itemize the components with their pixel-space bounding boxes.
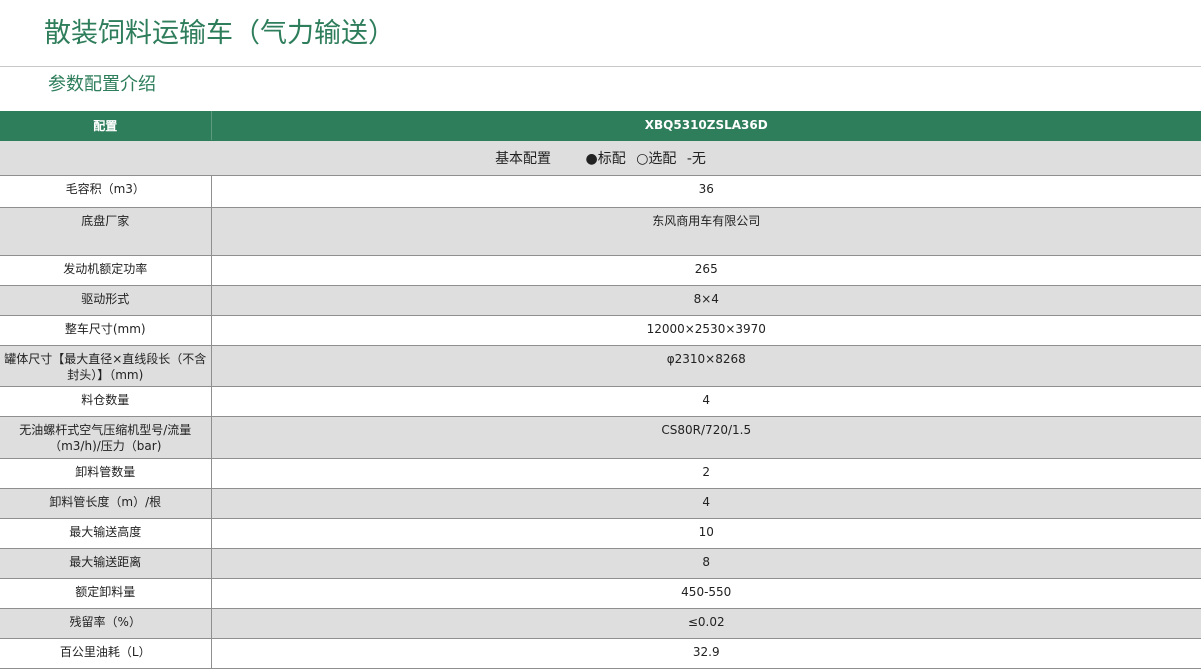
legend-row: 基本配置 ●标配 ○选配 -无 bbox=[0, 140, 1201, 176]
legend-standard: ●标配 bbox=[585, 150, 626, 167]
row-value: 10 bbox=[211, 518, 1201, 549]
page-title: 散装饲料运输车（气力输送） bbox=[44, 18, 395, 49]
table-row: 最大输送高度 10 bbox=[0, 518, 1201, 549]
row-label: 罐体尺寸【最大直径×直线段长（不含封头）】（mm) bbox=[0, 345, 212, 387]
row-value: 2 bbox=[211, 458, 1201, 489]
table-row: 卸料管数量 2 bbox=[0, 458, 1201, 489]
row-value: φ2310×8268 bbox=[211, 345, 1201, 387]
row-value: 4 bbox=[211, 488, 1201, 519]
row-value: 12000×2530×3970 bbox=[211, 315, 1201, 346]
row-label: 毛容积（m3） bbox=[0, 175, 212, 208]
row-label: 百公里油耗（L） bbox=[0, 638, 212, 669]
row-value: 36 bbox=[211, 175, 1201, 208]
row-label: 卸料管数量 bbox=[0, 458, 212, 489]
header-model: XBQ5310ZSLA36D bbox=[211, 111, 1201, 141]
legend-cell: 基本配置 ●标配 ○选配 -无 bbox=[0, 140, 1201, 176]
legend-none: -无 bbox=[686, 150, 706, 167]
table-row: 额定卸料量 450-550 bbox=[0, 578, 1201, 609]
row-label: 最大输送距离 bbox=[0, 548, 212, 579]
table-row: 底盘厂家 东风商用车有限公司 bbox=[0, 207, 1201, 256]
table-row: 整车尺寸(mm) 12000×2530×3970 bbox=[0, 315, 1201, 346]
legend-optional: ○选配 bbox=[636, 150, 677, 167]
row-value: ≤0.02 bbox=[211, 608, 1201, 639]
row-value: 东风商用车有限公司 bbox=[211, 207, 1201, 256]
row-value: 8×4 bbox=[211, 285, 1201, 316]
table-row: 料仓数量 4 bbox=[0, 386, 1201, 417]
title-divider bbox=[0, 66, 1201, 67]
row-value: 265 bbox=[211, 255, 1201, 286]
row-label: 驱动形式 bbox=[0, 285, 212, 316]
table-row: 残留率（%） ≤0.02 bbox=[0, 608, 1201, 639]
row-value: 4 bbox=[211, 386, 1201, 417]
table-row: 发动机额定功率 265 bbox=[0, 255, 1201, 286]
row-value: 32.9 bbox=[211, 638, 1201, 669]
row-value: 8 bbox=[211, 548, 1201, 579]
header-config-label: 配置 bbox=[0, 111, 212, 141]
table-row: 无油螺杆式空气压缩机型号/流量（m3/h)/压力（bar) CS80R/720/… bbox=[0, 416, 1201, 459]
row-label: 卸料管长度（m）/根 bbox=[0, 488, 212, 519]
row-value: CS80R/720/1.5 bbox=[211, 416, 1201, 459]
table-row: 卸料管长度（m）/根 4 bbox=[0, 488, 1201, 519]
row-label: 残留率（%） bbox=[0, 608, 212, 639]
table-row: 罐体尺寸【最大直径×直线段长（不含封头）】（mm) φ2310×8268 bbox=[0, 345, 1201, 387]
section-title: 参数配置介绍 bbox=[48, 74, 156, 95]
table-row: 百公里油耗（L） 32.9 bbox=[0, 638, 1201, 669]
row-label: 发动机额定功率 bbox=[0, 255, 212, 286]
legend-basic: 基本配置 bbox=[495, 150, 552, 167]
row-label: 整车尺寸(mm) bbox=[0, 315, 212, 346]
row-label: 无油螺杆式空气压缩机型号/流量（m3/h)/压力（bar) bbox=[0, 416, 212, 459]
table-row: 最大输送距离 8 bbox=[0, 548, 1201, 579]
table-header-row: 配置 XBQ5310ZSLA36D bbox=[0, 111, 1201, 141]
table-row: 毛容积（m3） 36 bbox=[0, 175, 1201, 208]
row-label: 最大输送高度 bbox=[0, 518, 212, 549]
row-value: 450-550 bbox=[211, 578, 1201, 609]
table-row: 驱动形式 8×4 bbox=[0, 285, 1201, 316]
row-label: 底盘厂家 bbox=[0, 207, 212, 256]
row-label: 额定卸料量 bbox=[0, 578, 212, 609]
row-label: 料仓数量 bbox=[0, 386, 212, 417]
spec-table: 配置 XBQ5310ZSLA36D 基本配置 ●标配 ○选配 -无 毛容积（m3… bbox=[0, 111, 1201, 669]
